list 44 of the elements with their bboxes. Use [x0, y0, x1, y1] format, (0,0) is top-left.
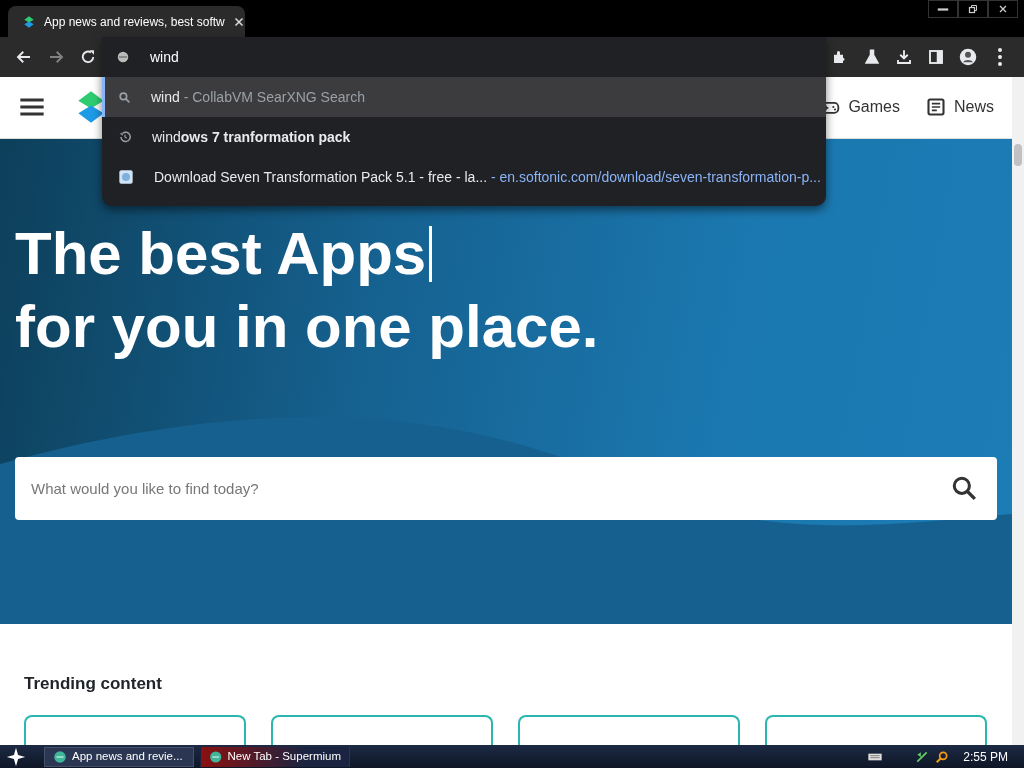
- suggestion-item[interactable]: wind - CollabVM SearXNG Search: [102, 77, 826, 117]
- site-logo-icon: [22, 14, 36, 29]
- search-icon[interactable]: [951, 474, 977, 501]
- back-arrow-icon: [15, 48, 33, 66]
- nav-link[interactable]: News: [926, 95, 994, 120]
- clock: 2:55 PM: [963, 748, 1008, 766]
- section-title: Trending content: [24, 673, 163, 694]
- text-cursor: [429, 225, 433, 282]
- reload-icon: [79, 48, 97, 66]
- restore-button[interactable]: [958, 0, 988, 18]
- suggestion-hint: - CollabVM SearXNG Search: [182, 87, 365, 107]
- minimize-icon: [937, 7, 949, 11]
- suggestion-item[interactable]: windows 7 tranformation pack: [102, 117, 826, 157]
- search-icon: [118, 90, 131, 104]
- taskbar-button[interactable]: App news and revie...: [44, 746, 194, 767]
- network-icon: [915, 749, 930, 764]
- close-button[interactable]: [988, 0, 1018, 18]
- close-icon: [997, 3, 1009, 15]
- suggestion-text: Download Seven Transformation Pack 5.1 - free - la...: [154, 167, 488, 187]
- taskbar-button[interactable]: New Tab - Supermium: [200, 746, 350, 767]
- suggestion-text: wind: [151, 87, 180, 107]
- side-panel-icon: [927, 48, 945, 66]
- search-field[interactable]: What would you like to find today?: [15, 456, 997, 520]
- restore-icon: [967, 3, 979, 15]
- close-icon[interactable]: [232, 15, 245, 28]
- history-icon: [118, 130, 132, 144]
- search-icon: [935, 749, 950, 764]
- flask-icon: [863, 48, 881, 66]
- download-icon: [895, 48, 913, 66]
- suggestion-url: - en.softonic.com/download/seven-transformation-p...: [489, 167, 821, 187]
- suggestion-item[interactable]: Download Seven Transformation Pack 5.1 - free - la... - en.softonic.com/download/seven-transformation-p...: [102, 157, 826, 197]
- favicon-icon: [118, 169, 134, 185]
- tab-title: App news and reviews, best softw: [44, 13, 225, 31]
- browser-tab[interactable]: App news and reviews, best softw: [8, 6, 245, 37]
- newspaper-icon: [926, 97, 946, 118]
- minimize-button[interactable]: [928, 0, 958, 18]
- headline-text: The best Apps: [15, 216, 997, 290]
- menu-icon: [998, 48, 1002, 66]
- headline-text: for you in one place.: [15, 291, 600, 362]
- address-field[interactable]: wind: [150, 46, 750, 68]
- avatar-icon: [959, 48, 977, 66]
- scrollbar[interactable]: [1012, 77, 1024, 745]
- suggestion-text: windows 7 tranformation pack: [152, 127, 351, 147]
- forward-arrow-icon: [47, 48, 65, 66]
